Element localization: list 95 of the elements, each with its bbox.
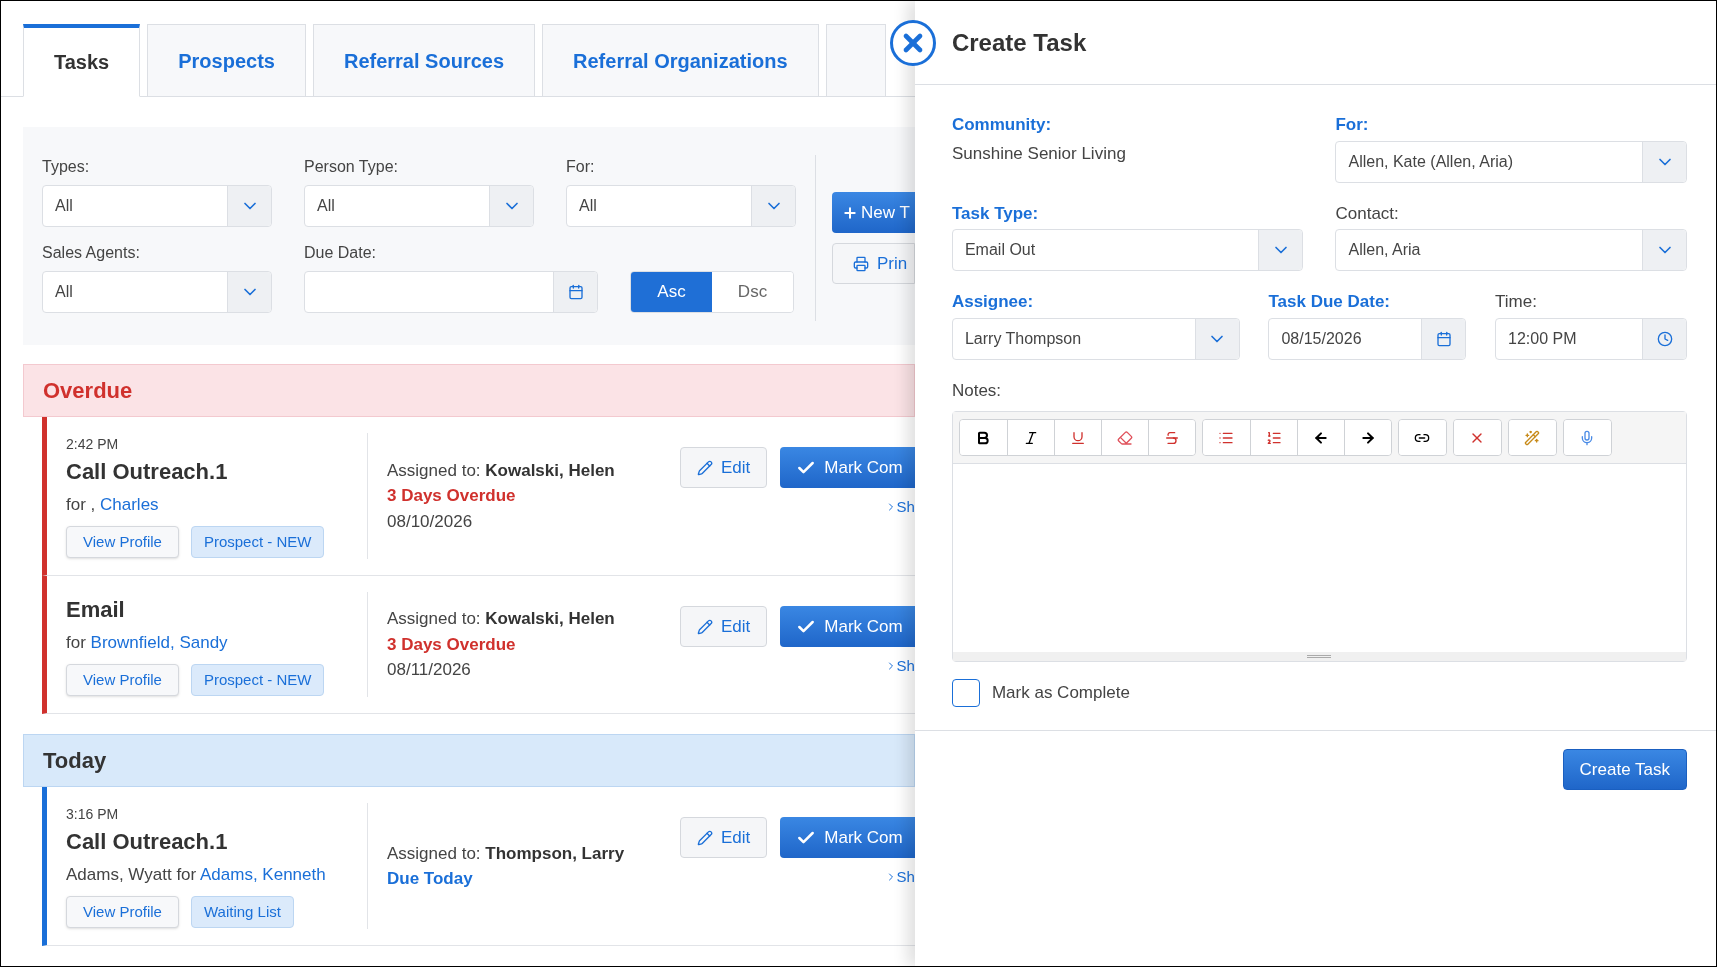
status-tag: Prospect - NEW xyxy=(190,663,325,696)
view-profile-button[interactable]: View Profile xyxy=(66,663,179,696)
filter-label: Sales Agents: xyxy=(42,243,141,263)
resize-handle[interactable] xyxy=(952,652,1686,661)
select-field[interactable]: Larry Thompson xyxy=(951,317,1240,360)
date-field[interactable]: 08/15/2026 xyxy=(1268,317,1467,360)
create-task-button[interactable]: Create Task xyxy=(1562,749,1687,790)
select-field[interactable]: Allen, Aria xyxy=(1335,229,1687,271)
person-link[interactable]: Brownfield, Sandy xyxy=(90,633,228,652)
edit-button[interactable]: Edit xyxy=(680,817,768,858)
mark-complete-button[interactable]: Mark Com xyxy=(780,817,915,858)
show-more-link[interactable]: Sh xyxy=(884,655,915,678)
status-tag: Prospect - NEW xyxy=(190,525,325,558)
bullet-list-icon[interactable] xyxy=(1202,420,1250,455)
view-profile-button[interactable]: View Profile xyxy=(66,895,179,928)
sort-option[interactable]: Asc xyxy=(631,272,712,312)
assigned-to: Assigned to: Thompson, Larry xyxy=(387,842,626,865)
calendar-icon xyxy=(567,284,584,300)
assigned-to: Assigned to: Kowalski, Helen xyxy=(387,459,616,482)
link-icon[interactable] xyxy=(1398,420,1446,455)
due-date: 08/10/2026 xyxy=(387,510,474,533)
pencil-icon xyxy=(697,618,713,635)
group-header: Overdue xyxy=(23,364,915,417)
underline-icon[interactable] xyxy=(1053,420,1101,455)
due-status: 3 Days Overdue xyxy=(387,633,517,656)
tab[interactable]: Referral Organizations xyxy=(542,24,819,97)
field-label: Community: xyxy=(951,114,1053,136)
field-label: For: xyxy=(1335,114,1370,136)
filter-label: Due Date: xyxy=(304,243,378,263)
field-label: Task Type: xyxy=(951,202,1040,225)
close-icon[interactable] xyxy=(1453,420,1501,455)
field-label: Time: xyxy=(1495,291,1538,313)
edit-button[interactable]: Edit xyxy=(680,447,768,488)
group-header: Today xyxy=(23,734,915,787)
select-field[interactable]: All xyxy=(304,185,534,227)
mark-complete-button[interactable]: Mark Com xyxy=(780,606,915,647)
field-value: Sunshine Senior Living xyxy=(951,142,1127,165)
task-subject: for Brownfield, Sandy xyxy=(66,632,229,654)
tab[interactable]: Tasks xyxy=(23,24,141,97)
sort-option[interactable]: Dsc xyxy=(712,272,793,312)
task-title: Call Outreach.1 xyxy=(66,458,229,486)
due-status: Due Today xyxy=(387,868,474,890)
mark-complete-button[interactable]: Mark Com xyxy=(780,447,915,488)
select-field[interactable]: Email Out xyxy=(951,229,1304,271)
due-date: 08/11/2026 xyxy=(387,659,472,682)
task-subject: for , Charles xyxy=(66,494,160,516)
checkbox-label: Mark as Complete xyxy=(991,682,1130,705)
arrow-left-icon[interactable] xyxy=(1296,420,1344,455)
arrow-right-icon[interactable] xyxy=(1343,420,1391,455)
task-time: 2:42 PM xyxy=(66,435,120,454)
pencil-icon xyxy=(697,829,713,846)
bold-icon[interactable] xyxy=(959,420,1007,455)
select-field[interactable]: All xyxy=(42,185,272,227)
clock-icon xyxy=(1656,330,1673,347)
date-field[interactable] xyxy=(304,271,598,313)
select-field[interactable]: Allen, Kate (Allen, Aria) xyxy=(1335,140,1687,183)
strikethrough-icon[interactable] xyxy=(1147,420,1195,455)
person-link[interactable]: Charles xyxy=(100,495,159,514)
show-more-link[interactable]: Sh xyxy=(884,866,915,889)
printer-icon xyxy=(853,255,869,272)
view-profile-button[interactable]: View Profile xyxy=(66,525,179,558)
field-label: Assignee: xyxy=(951,291,1035,313)
eraser-icon[interactable] xyxy=(1100,420,1148,455)
time-field[interactable]: 12:00 PM xyxy=(1495,317,1687,360)
field-label: Task Due Date: xyxy=(1268,291,1392,313)
close-icon[interactable] xyxy=(889,20,936,66)
show-more-link[interactable]: Sh xyxy=(884,496,915,519)
plus-icon xyxy=(842,204,858,221)
microphone-icon[interactable] xyxy=(1563,420,1611,455)
edit-button[interactable]: Edit xyxy=(680,606,768,647)
task-title: Call Outreach.1 xyxy=(66,828,229,856)
calendar-icon xyxy=(1435,330,1452,347)
due-status: 3 Days Overdue xyxy=(387,485,517,508)
select-field[interactable]: All xyxy=(42,271,272,313)
assigned-to: Assigned to: Kowalski, Helen xyxy=(387,608,616,631)
tab[interactable]: Referral Sources xyxy=(312,24,536,97)
filter-label: Person Type: xyxy=(304,157,399,177)
status-tag: Waiting List xyxy=(190,895,294,928)
filter-label: For: xyxy=(566,157,596,177)
magic-wand-icon[interactable] xyxy=(1508,420,1556,455)
person-link[interactable]: Adams, Kenneth xyxy=(200,865,326,884)
task-title: Email xyxy=(66,596,126,624)
filter-label: Types: xyxy=(42,157,91,177)
numbered-list-icon[interactable] xyxy=(1249,420,1297,455)
tab[interactable]: Prospects xyxy=(147,24,306,97)
task-time: 3:16 PM xyxy=(66,805,120,824)
print-button[interactable]: Prin xyxy=(832,243,915,284)
field-label: Contact: xyxy=(1335,202,1400,225)
task-subject: Adams, Wyatt for Adams, Kenneth xyxy=(66,864,327,886)
new-task-button[interactable]: New T xyxy=(832,192,915,233)
panel-title: Create Task xyxy=(951,27,1087,58)
select-field[interactable]: All xyxy=(566,185,796,227)
checkbox[interactable] xyxy=(951,679,980,707)
notes-label: Notes: xyxy=(951,379,1003,402)
pencil-icon xyxy=(697,459,713,476)
